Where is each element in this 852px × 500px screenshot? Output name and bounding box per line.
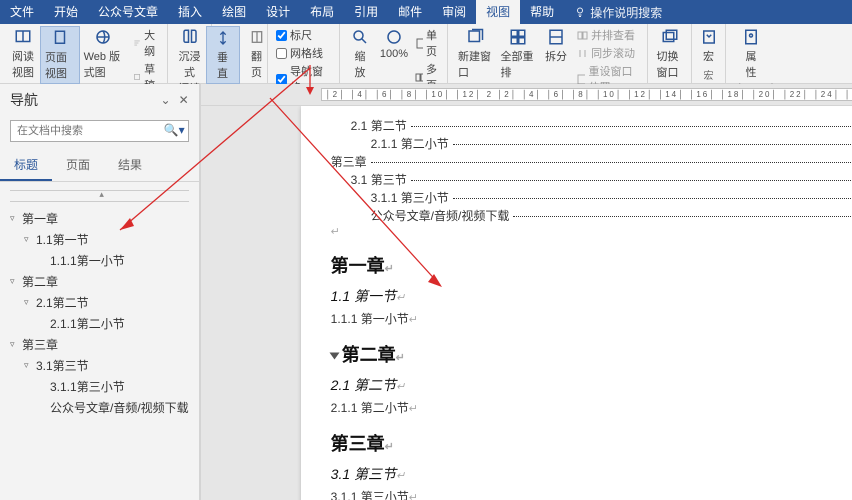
menu-tab-帮助[interactable]: 帮助 [520,0,564,24]
properties-button[interactable]: 属 性 [734,26,768,82]
menu-bar: 文件开始公众号文章插入绘图设计布局引用邮件审阅视图帮助 操作说明搜索 [0,0,852,24]
menu-tab-视图[interactable]: 视图 [476,0,520,24]
horizontal-ruler[interactable]: │2│ │4│ │6│ │8│ │10│ │12│ 2 │2│ │4│ │6│ … [201,84,852,106]
toc-line[interactable]: 3.1.1 第三小节3 [331,189,852,206]
nav-close-icon[interactable]: ✕ [179,93,189,107]
new-window-button[interactable]: 新建窗口 [454,26,497,82]
toc-line[interactable]: 公众号文章/音频/视频下载3 [331,207,852,224]
paragraph-mark: ↵ [331,225,852,238]
nav-tab[interactable]: 标题 [0,150,52,181]
menu-tab-审阅[interactable]: 审阅 [432,0,476,24]
tree-item[interactable]: ▿第二章 [10,271,189,292]
nav-scroll-indicator[interactable] [10,190,189,202]
toc-line[interactable]: 2.1.1 第二小节2 [331,135,852,152]
ruler-checkbox[interactable]: 标尺 [276,27,331,43]
tree-item[interactable]: ▿第三章 [10,334,189,355]
outline-button[interactable]: 大纲 [133,27,159,59]
toc-line[interactable]: 3.1 第三节3 [331,171,852,188]
page[interactable]: 2.1 第二节22.1.1 第二小节2第三章33.1 第三节33.1.1 第三小… [301,106,852,500]
menu-tab-设计[interactable]: 设计 [256,0,300,24]
menu-tab-公众号文章[interactable]: 公众号文章 [88,0,168,24]
nav-dropdown-icon[interactable]: ⌄ [161,93,171,107]
document-area: │2│ │4│ │6│ │8│ │10│ │12│ 2 │2│ │4│ │6│ … [201,84,852,500]
single-page-button[interactable]: 单页 [415,27,442,59]
heading-1[interactable]: 第三章 [331,434,385,454]
macros-button[interactable]: 宏 [692,26,726,66]
heading-2[interactable]: 1.1 第一节 [331,288,396,304]
nav-tabs: 标题页面结果 [0,150,199,182]
view-side-by-side: 并排查看 [577,27,639,43]
page-scroll[interactable]: 2.1 第二节22.1.1 第二小节2第三章33.1 第三节33.1.1 第三小… [201,106,852,500]
menu-tab-布局[interactable]: 布局 [300,0,344,24]
navigation-pane: 导航 ⌄ ✕ 🔍▾ 标题页面结果 ▿第一章▿1.1第一节1.1.1第一小节▿第二… [0,84,200,500]
tree-item[interactable]: ▿2.1第二节 [10,292,189,313]
switch-windows-button[interactable]: 切换窗口 [653,26,687,82]
heading-1[interactable]: 第二章 [342,345,396,365]
search-icon[interactable]: 🔍▾ [164,123,185,137]
menu-tab-邮件[interactable]: 邮件 [388,0,432,24]
tree-item[interactable]: 1.1.1第一小节 [10,250,189,271]
zoom-100-button[interactable]: 100% [377,26,411,62]
toc-line[interactable]: 第三章3 [331,153,852,170]
toc-line[interactable]: 2.1 第二节2 [331,117,852,134]
gridlines-checkbox[interactable]: 网格线 [276,45,331,61]
tree-item[interactable]: 2.1.1第二小节 [10,313,189,334]
tree-item[interactable]: 3.1.1第三小节 [10,376,189,397]
tell-me[interactable]: 操作说明搜索 [564,4,672,21]
tree-item[interactable]: ▿3.1第三节 [10,355,189,376]
nav-search-input[interactable] [10,120,189,142]
tree-item[interactable]: ▿1.1第一节 [10,229,189,250]
ribbon: 阅读 视图 页面视图 Web 版式图 大纲 草稿 视图 沉浸式 阅读器 沉浸式 … [0,24,852,84]
zoom-button[interactable]: 缩 放 [343,26,377,82]
sync-scroll: 同步滚动 [577,45,639,61]
group-label-macro: 宏 [698,66,719,83]
heading-3[interactable]: 3.1.1 第三小节 [331,490,409,500]
nav-tree: ▿第一章▿1.1第一节1.1.1第一小节▿第二章▿2.1第二节2.1.1第二小节… [0,182,199,500]
menu-tab-文件[interactable]: 文件 [0,0,44,24]
collapse-triangle-icon[interactable] [329,353,339,360]
split-button[interactable]: 拆分 [539,26,573,66]
heading-3[interactable]: 2.1.1 第二小节 [331,401,409,415]
tree-item[interactable]: 公众号文章/音频/视频下载 [10,397,189,418]
menu-tab-插入[interactable]: 插入 [168,0,212,24]
arrange-all-button[interactable]: 全部重排 [497,26,540,82]
tell-me-label: 操作说明搜索 [590,4,662,21]
heading-2[interactable]: 3.1 第三节 [331,466,396,482]
heading-3[interactable]: 1.1.1 第一小节 [331,312,409,326]
tree-item[interactable]: ▿第一章 [10,208,189,229]
vertical-button[interactable]: 垂 直 [206,26,240,84]
reading-view-button[interactable]: 阅读 视图 [6,26,40,82]
menu-tab-绘图[interactable]: 绘图 [212,0,256,24]
heading-2[interactable]: 2.1 第二节 [331,377,396,393]
nav-tab[interactable]: 结果 [104,150,156,181]
nav-search[interactable]: 🔍▾ [10,120,189,142]
menu-tab-开始[interactable]: 开始 [44,0,88,24]
heading-1[interactable]: 第一章 [331,256,385,276]
page-view-button[interactable]: 页面视图 [40,26,80,84]
menu-tab-引用[interactable]: 引用 [344,0,388,24]
nav-tab[interactable]: 页面 [52,150,104,181]
nav-title: 导航 [10,90,38,110]
web-view-button[interactable]: Web 版式图 [80,26,127,82]
